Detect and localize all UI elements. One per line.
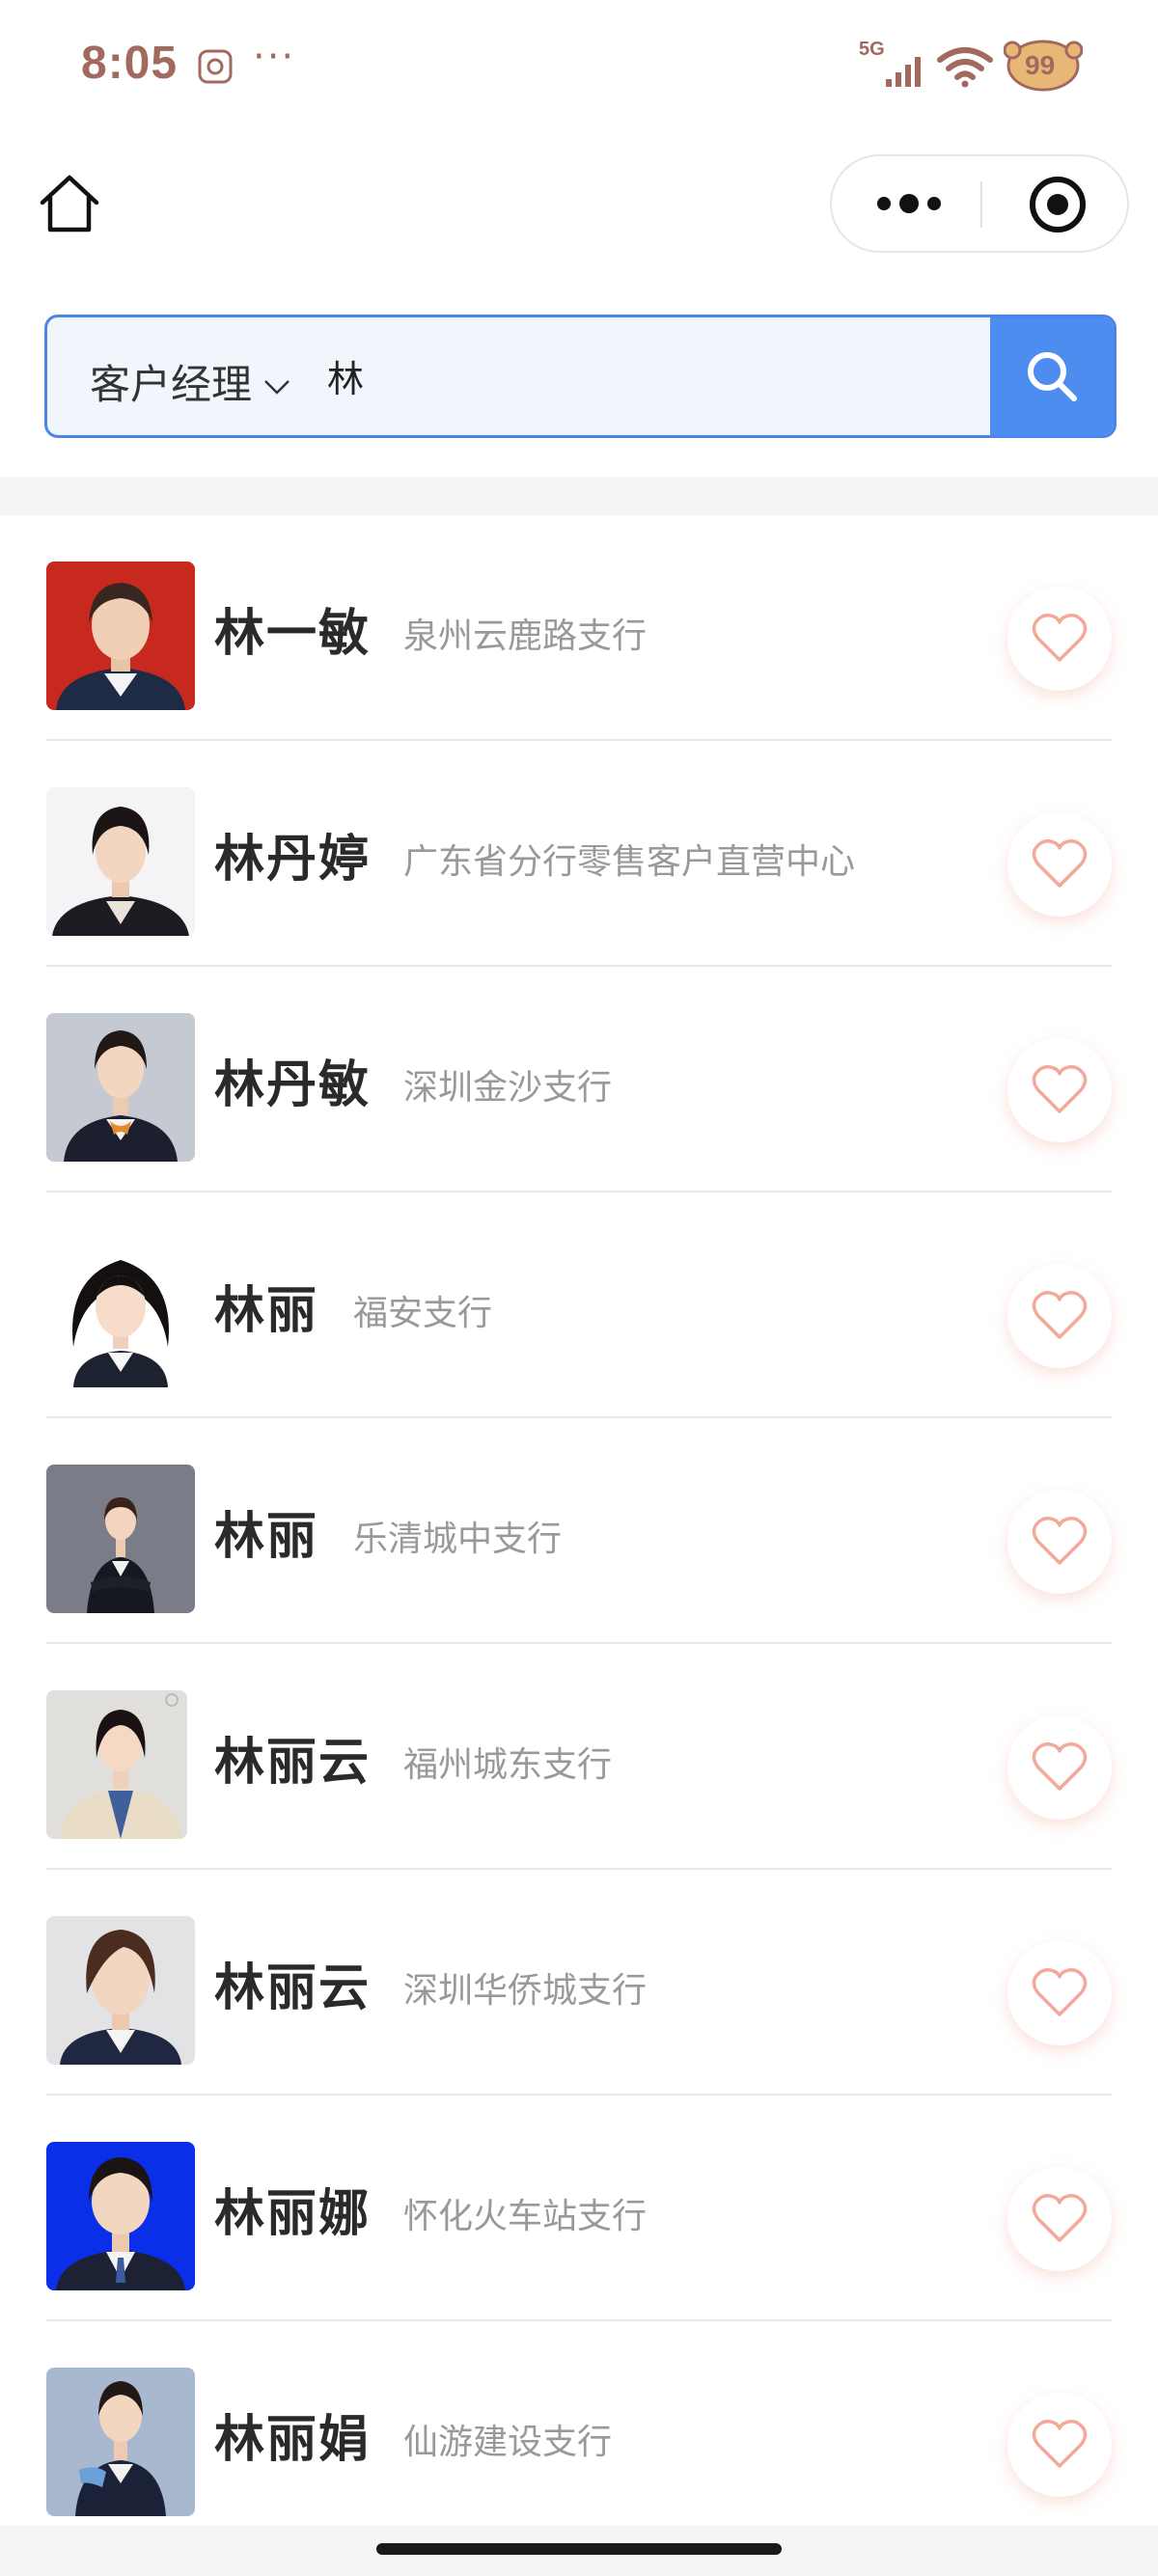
search-type-label: 客户经理	[90, 361, 253, 408]
favorite-button[interactable]	[1007, 587, 1112, 691]
favorite-button[interactable]	[1007, 1490, 1112, 1594]
search-type-dropdown[interactable]: 客户经理	[90, 352, 292, 411]
manager-branch: 泉州云鹿路支行	[403, 617, 648, 656]
manager-branch: 深圳华侨城支行	[403, 1971, 648, 2011]
wifi-icon	[937, 47, 993, 88]
battery-level: 99	[1025, 50, 1056, 80]
manager-name: 林丽	[214, 1508, 319, 1566]
manager-list-item[interactable]: 林丽娜 怀化火车站支行	[0, 2096, 1158, 2321]
manager-list-item[interactable]: 林丽 福安支行	[0, 1192, 1158, 1418]
search-bar: 客户经理	[44, 315, 1117, 438]
manager-branch: 广东省分行零售客户直营中心	[403, 842, 856, 882]
manager-name: 林丽娜	[214, 2185, 372, 2243]
manager-name: 林丽云	[214, 1959, 372, 2017]
status-time: 8:05	[81, 38, 179, 89]
manager-branch: 福州城东支行	[403, 1745, 613, 1785]
search-button[interactable]	[990, 317, 1114, 435]
manager-branch: 福安支行	[353, 1294, 493, 1333]
mini-program-capsule	[830, 154, 1129, 253]
avatar	[46, 1690, 187, 1839]
battery-icon: 99	[1004, 37, 1083, 95]
manager-branch: 怀化火车站支行	[403, 2197, 648, 2236]
manager-list-item[interactable]: 林丹敏 深圳金沙支行	[0, 967, 1158, 1192]
manager-name: 林丹敏	[214, 1056, 372, 1114]
favorite-button[interactable]	[1007, 1038, 1112, 1142]
heart-icon	[1032, 839, 1088, 888]
avatar	[46, 1916, 195, 2065]
heart-icon	[1032, 1291, 1088, 1339]
app-notification-icon	[198, 49, 233, 84]
manager-list-item[interactable]: 林一敏 泉州云鹿路支行	[0, 515, 1158, 741]
capsule-divider	[980, 181, 982, 228]
manager-list-item[interactable]: 林丽云 福州城东支行	[0, 1644, 1158, 1870]
avatar	[46, 1239, 195, 1387]
favorite-button[interactable]	[1007, 1715, 1112, 1820]
home-indicator[interactable]	[376, 2543, 782, 2555]
search-input[interactable]	[327, 337, 1003, 414]
avatar	[46, 2368, 195, 2516]
manager-name: 林丽	[214, 1282, 319, 1340]
manager-list-item[interactable]: 林丽娟 仙游建设支行	[0, 2321, 1158, 2547]
manager-list-item[interactable]: 林丽云 深圳华侨城支行	[0, 1870, 1158, 2096]
manager-name: 林丽娟	[214, 2411, 372, 2469]
section-separator	[0, 477, 1158, 515]
manager-branch: 仙游建设支行	[403, 2423, 613, 2462]
heart-icon	[1032, 1742, 1088, 1791]
favorite-button[interactable]	[1007, 1941, 1112, 2045]
cellular-signal-icon: 5G	[859, 39, 926, 93]
heart-icon	[1032, 1968, 1088, 2016]
home-icon[interactable]	[37, 172, 102, 237]
close-mini-program-icon[interactable]	[1025, 172, 1090, 237]
manager-list-item[interactable]: 林丹婷 广东省分行零售客户直营中心	[0, 741, 1158, 967]
manager-name: 林一敏	[214, 605, 372, 663]
heart-icon	[1032, 614, 1088, 662]
manager-list-item[interactable]: 林丽 乐清城中支行	[0, 1418, 1158, 1644]
avatar	[46, 1465, 195, 1613]
status-bar: 8:05 ··· 5G 99	[0, 0, 1158, 135]
favorite-button[interactable]	[1007, 2167, 1112, 2271]
status-more-indicator: ···	[253, 35, 296, 79]
favorite-button[interactable]	[1007, 812, 1112, 917]
avatar	[46, 562, 195, 710]
manager-name: 林丹婷	[214, 831, 372, 889]
manager-branch: 乐清城中支行	[353, 1520, 563, 1559]
manager-branch: 深圳金沙支行	[403, 1068, 613, 1108]
chevron-down-icon	[264, 379, 290, 395]
favorite-button[interactable]	[1007, 1264, 1112, 1368]
avatar	[46, 1013, 195, 1162]
manager-list: 林一敏 泉州云鹿路支行 林丹婷 广东省分行零售客户直营中心 林丹敏 深圳金沙支行…	[0, 515, 1158, 2547]
heart-icon	[1032, 2420, 1088, 2468]
favorite-button[interactable]	[1007, 2393, 1112, 2497]
network-type: 5G	[859, 39, 885, 60]
avatar	[46, 2142, 195, 2290]
avatar	[46, 787, 195, 936]
heart-icon	[1032, 1517, 1088, 1565]
heart-icon	[1032, 2194, 1088, 2242]
manager-name: 林丽云	[214, 1734, 372, 1792]
search-icon	[1028, 352, 1077, 401]
heart-icon	[1032, 1065, 1088, 1113]
more-menu-icon[interactable]	[870, 170, 948, 237]
